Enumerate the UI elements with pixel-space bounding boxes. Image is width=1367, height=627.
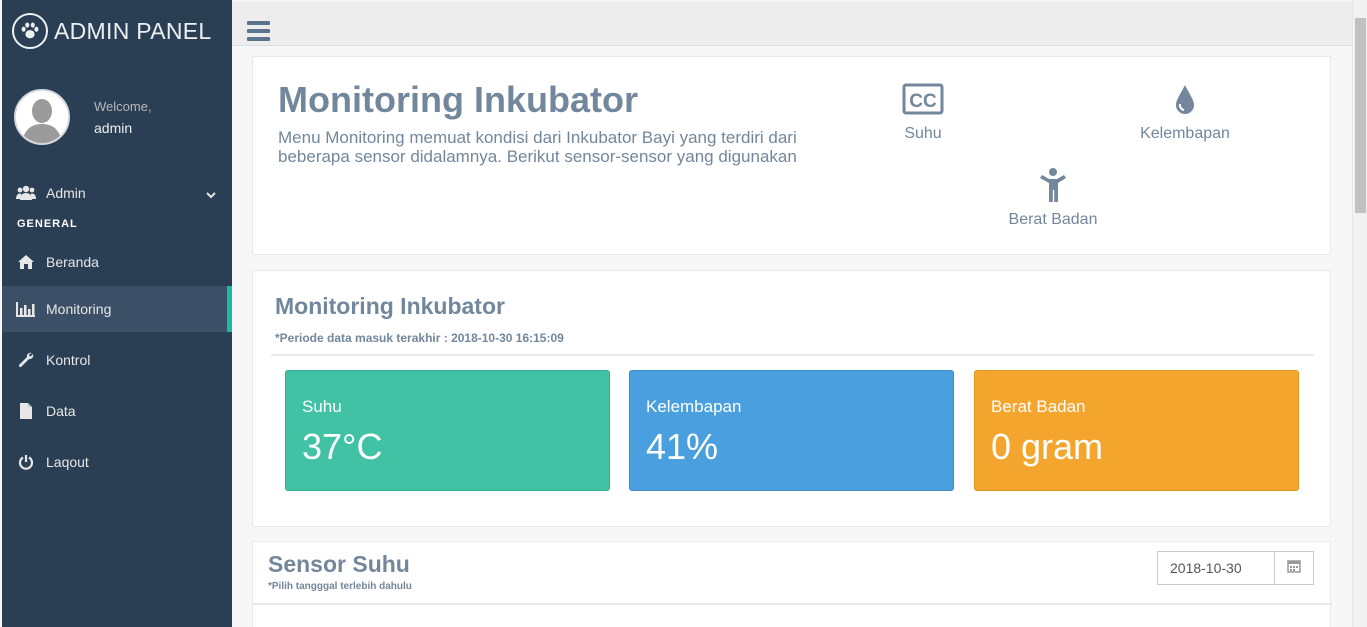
sensor-hint: *Pilih tangggal terlebih dahulu	[268, 581, 412, 592]
menu-toggle-icon[interactable]	[247, 21, 270, 41]
period-text: *Periode data masuk terakhir : 2018-10-3…	[275, 331, 564, 345]
app: ADMIN PANEL Welcome, admin Admin GENERAL…	[0, 0, 1367, 627]
sensor-panel: Sensor Suhu *Pilih tangggal terlebih dah…	[252, 541, 1332, 627]
profile: Welcome, admin	[2, 62, 232, 172]
svg-text:CC: CC	[909, 91, 937, 112]
sidebar-item-admin[interactable]: Admin	[2, 172, 232, 214]
username: admin	[94, 119, 133, 136]
monitoring-panel: Monitoring Inkubator *Periode data masuk…	[252, 270, 1331, 527]
sidebar-item-label: Data	[46, 403, 76, 419]
feature-label: Kelembapan	[1140, 125, 1230, 142]
chevron-down-icon	[206, 187, 216, 203]
vertical-scrollbar[interactable]	[1352, 0, 1367, 627]
tile-kelembapan: Kelembapan 41%	[629, 370, 954, 491]
sidebar-item-label: Beranda	[46, 254, 99, 270]
welcome-text: Welcome,	[94, 98, 152, 114]
sidebar-item-label: Kontrol	[46, 352, 91, 368]
tile-label: Kelembapan	[646, 397, 742, 416]
sidebar-item-label: Monitoring	[46, 301, 112, 317]
calendar-button[interactable]	[1275, 552, 1313, 584]
tile-label: Berat Badan	[991, 397, 1086, 416]
brand-title: ADMIN PANEL	[54, 17, 212, 44]
users-icon	[16, 183, 36, 203]
feature-label: Suhu	[904, 125, 942, 142]
feature-label: Berat Badan	[1008, 211, 1098, 228]
sidebar-item-logout[interactable]: Laqout	[2, 434, 232, 490]
intro-description: Menu Monitoring memuat kondisi dari Inku…	[278, 128, 797, 166]
date-picker[interactable]: 2018-10-30	[1157, 551, 1314, 585]
paw-icon	[12, 13, 48, 49]
date-input[interactable]: 2018-10-30	[1158, 552, 1275, 584]
feature-berat-badan: Berat Badan	[998, 165, 1108, 229]
child-icon	[998, 165, 1108, 205]
brand[interactable]: ADMIN PANEL	[2, 0, 232, 62]
droplet-icon	[1125, 79, 1245, 119]
divider	[253, 603, 1332, 605]
top-navbar	[232, 2, 1352, 46]
tile-value: 0 gram	[991, 426, 1104, 467]
calendar-icon	[1287, 559, 1301, 578]
sidebar-item-monitoring[interactable]: Monitoring	[2, 286, 232, 332]
sidebar-item-kontrol[interactable]: Kontrol	[2, 332, 232, 388]
sidebar-item-label: Admin	[46, 185, 86, 201]
wrench-icon	[16, 350, 36, 370]
tile-value: 41%	[646, 426, 719, 467]
file-icon	[16, 401, 36, 421]
intro-panel: Monitoring Inkubator Menu Monitoring mem…	[252, 56, 1331, 255]
tile-suhu: Suhu 37°C	[285, 370, 610, 491]
sidebar-item-beranda[interactable]: Beranda	[2, 238, 232, 286]
bar-chart-icon	[16, 299, 36, 319]
section-title-general: GENERAL	[17, 218, 78, 230]
tile-value: 37°C	[302, 426, 383, 467]
page-title: Monitoring Inkubator	[278, 79, 638, 120]
cc-icon: CC	[873, 79, 973, 119]
feature-suhu: CC Suhu	[873, 79, 973, 143]
home-icon	[16, 252, 36, 272]
divider	[271, 354, 1314, 356]
tile-berat-badan: Berat Badan 0 gram	[974, 370, 1299, 491]
sidebar-item-label: Laqout	[46, 454, 89, 470]
sidebar: ADMIN PANEL Welcome, admin Admin GENERAL…	[2, 0, 232, 627]
sidebar-item-data[interactable]: Data	[2, 388, 232, 434]
avatar[interactable]	[14, 89, 70, 145]
power-icon	[16, 452, 36, 472]
tile-label: Suhu	[302, 397, 342, 416]
scrollbar-thumb[interactable]	[1355, 18, 1366, 213]
monitoring-title: Monitoring Inkubator	[275, 293, 505, 319]
feature-kelembapan: Kelembapan	[1125, 79, 1245, 143]
sensor-title: Sensor Suhu	[268, 551, 410, 577]
